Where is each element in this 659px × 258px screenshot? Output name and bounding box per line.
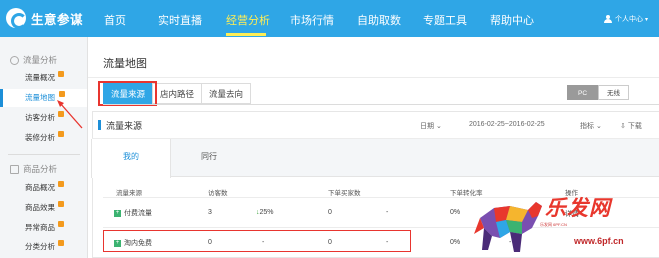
page-title: 流量地图 [103,58,147,70]
sidebar-item-product-overview[interactable]: 商品概况 [0,179,87,197]
new-badge-icon [59,91,65,97]
sidebar-item-label: 异常商品 [25,223,55,232]
annotation-highlight-box [103,230,411,252]
divider [103,104,659,105]
section-title: 流量来源 [106,121,143,131]
sidebar-item-label: 访客分析 [25,113,55,122]
sidebar-item-label: 流量地图 [25,93,55,102]
sidebar-item-visitor-analysis[interactable]: 访客分析 [0,109,87,127]
sidebar-item-abnormal-products[interactable]: 异常商品 [0,219,87,237]
new-badge-icon [58,111,64,117]
nav-business-analysis[interactable]: 经营分析 [226,12,270,28]
watermark-url: www.6pf.cn [574,236,624,246]
metric-label: 指标 [580,123,594,130]
sidebar-item-label: 分类分析 [25,242,55,251]
new-badge-icon [58,181,64,187]
sidebar-group-traffic: 流量分析 [10,54,57,66]
sidebar-item-label: 商品效果 [25,203,55,212]
box-icon [10,164,19,174]
divider [88,77,659,78]
date-selector[interactable]: 日期 ⌄ [420,121,442,131]
watermark-text: 乐发网 [545,195,611,220]
nav-special-tools[interactable]: 专题工具 [423,12,467,28]
main-nav: 首页 实时直播 经营分析 市场行情 自助取数 专题工具 帮助中心 [0,0,659,37]
column-header: 下单买家数 [328,190,361,197]
buyers-cell: 0 [328,209,332,216]
visitors-cell: 3 [208,209,212,216]
nav-realtime[interactable]: 实时直播 [158,12,202,28]
trend-cell: - [386,209,389,216]
sidebar-item-label: 装修分析 [25,133,55,142]
new-badge-icon [58,201,64,207]
sidebar-item-category-analysis[interactable]: 分类分析 [0,238,87,256]
nav-self-service[interactable]: 自助取数 [357,12,401,28]
new-badge-icon [58,240,64,246]
sidebar-item-traffic-overview[interactable]: 流量概况 [0,69,87,87]
annotation-highlight-box [98,81,157,106]
tab-peers[interactable]: 同行 [169,139,249,177]
top-navigation-bar: 生意参谋 首页 实时直播 经营分析 市场行情 自助取数 专题工具 帮助中心 个人… [0,0,659,37]
user-icon [604,15,612,23]
download-label: 下载 [627,123,642,130]
column-header: 流量来源 [116,190,142,197]
new-badge-icon [58,131,64,137]
chevron-down-icon: ⌄ [435,123,442,130]
eye-icon [10,55,19,65]
nav-active-indicator [226,33,266,36]
user-menu[interactable]: 个人中心 ▾ [604,14,648,24]
chevron-down-icon: ⌄ [595,123,602,130]
sidebar-item-label: 流量概况 [25,73,55,82]
sidebar-group-label: 流量分析 [23,55,58,65]
rate-cell: 0% [450,209,461,216]
device-wireless-button[interactable]: 无线 [598,85,629,100]
sidebar-item-decoration-analysis[interactable]: 装修分析 [0,129,87,147]
sub-tab-bar: 我的 同行 [91,139,659,178]
sidebar-divider [8,154,80,155]
tab-mine[interactable]: 我的 [91,139,171,178]
sidebar-group-product: 商品分析 [10,163,57,175]
tab-store-path[interactable]: 店内路径 [152,83,203,104]
page: 生意参谋 首页 实时直播 经营分析 市场行情 自助取数 专题工具 帮助中心 个人… [0,0,659,258]
sidebar-group-label: 商品分析 [23,164,58,174]
nav-home[interactable]: 首页 [104,12,126,28]
source-cell[interactable]: + 付费流量 [114,208,152,218]
new-badge-icon [58,221,64,227]
sidebar-item-label: 商品概况 [25,183,55,192]
date-range: 2016-02-25~2016-02-25 [469,121,545,128]
chevron-down-icon: ▾ [645,16,649,23]
column-header: 访客数 [208,190,228,197]
section-marker [98,120,101,130]
trend-cell: ↓25% [256,209,274,216]
rate-cell: 0% [450,239,461,246]
metric-selector[interactable]: 指标 ⌄ [580,121,602,131]
device-toggle: PC 无线 [567,85,629,100]
sidebar-item-traffic-map[interactable]: 流量地图 [0,89,87,107]
sidebar: 流量分析 流量概况 流量地图 访客分析 装修分析 商品分析 商品概况 商品效果 [0,37,88,258]
nav-market[interactable]: 市场行情 [290,12,334,28]
panel-header [92,111,659,139]
user-menu-label: 个人中心 [615,16,643,23]
watermark-small-text: 乐发网 6PF.CN [540,222,567,227]
device-pc-button[interactable]: PC [567,85,598,100]
download-icon: ⇩ [620,123,626,130]
download-button[interactable]: ⇩ 下载 [620,121,642,131]
sidebar-item-product-effect[interactable]: 商品效果 [0,199,87,217]
date-label: 日期 [420,123,434,130]
expand-icon: + [114,209,121,217]
nav-help-center[interactable]: 帮助中心 [490,12,534,28]
new-badge-icon [58,71,64,77]
tab-traffic-destination[interactable]: 流量去向 [201,83,252,104]
